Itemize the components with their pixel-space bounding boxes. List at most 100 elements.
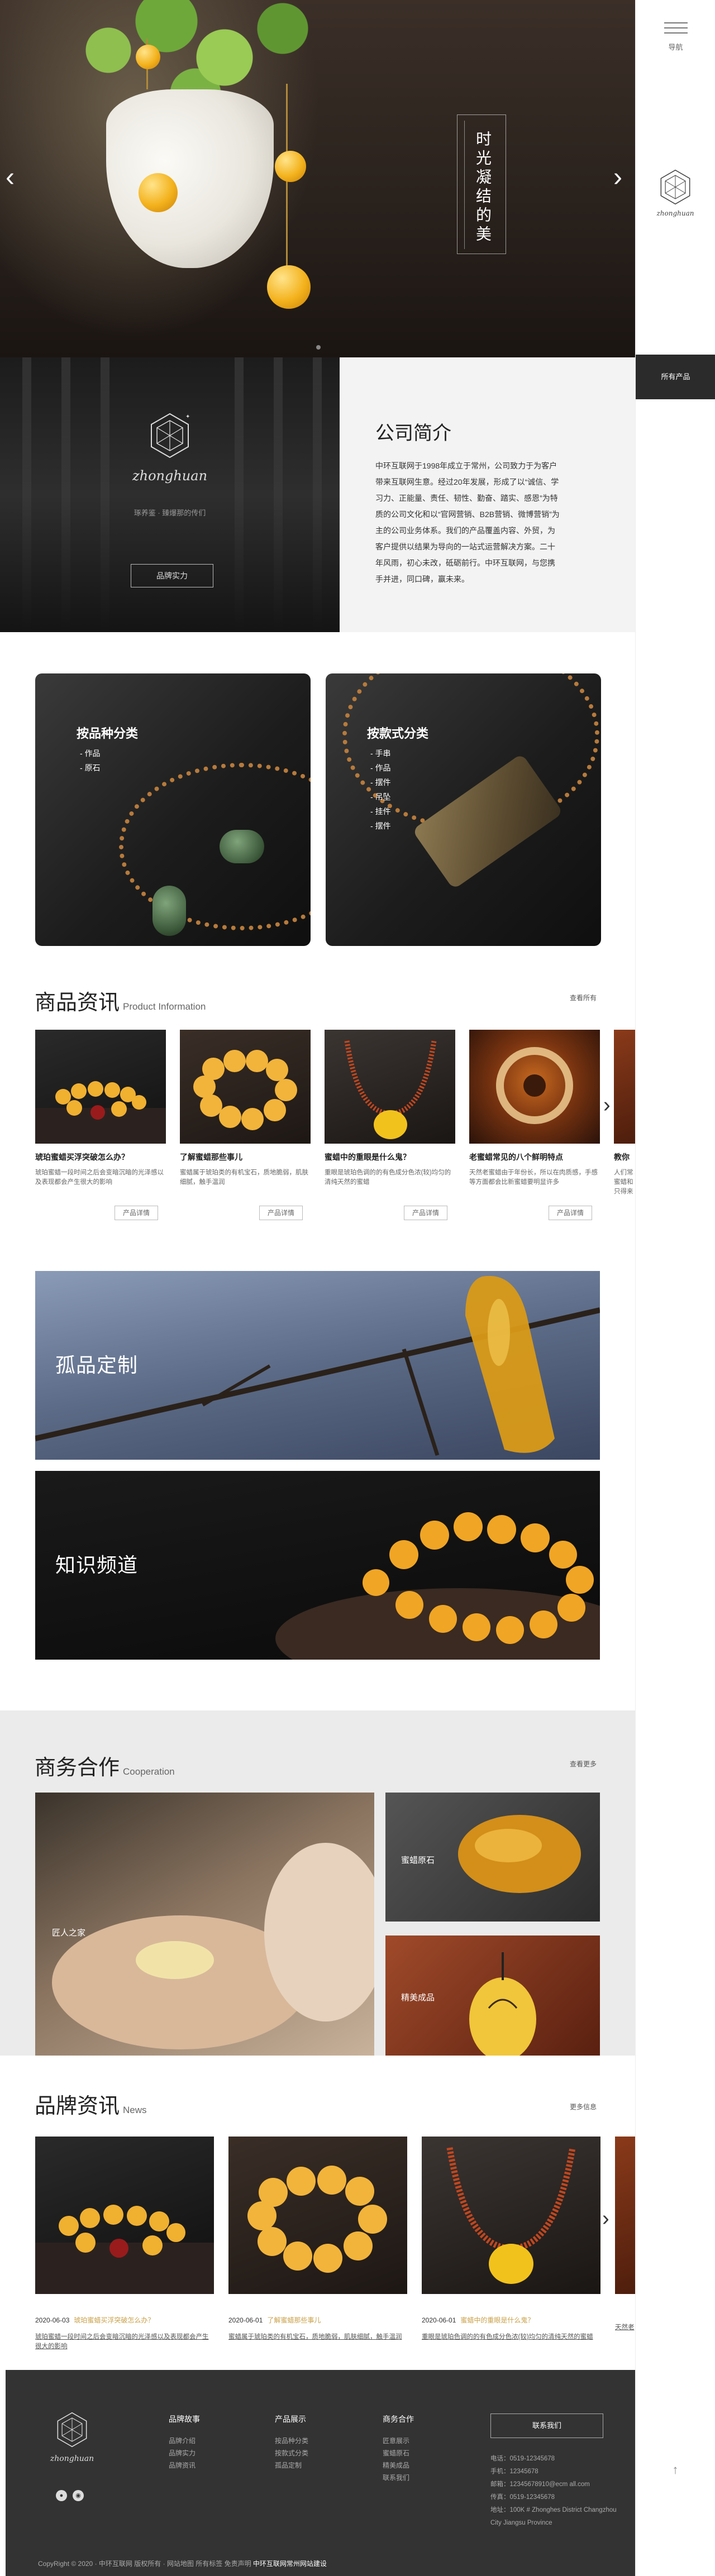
hero-prev-arrow[interactable]: ‹ [6, 162, 15, 193]
company-intro-text: 中环互联网于1998年成立于常州，公司致力于为客户带来互联网生意。经过20年发展… [375, 461, 560, 584]
news-title-link[interactable]: 了解蜜蜡那些事儿 [267, 2316, 321, 2324]
footer-mobile: 手机：12345678 [490, 2468, 538, 2475]
slider-dot[interactable] [316, 345, 321, 350]
product-desc: 蜜蜡属于琥珀类的有机宝石，质地脆弱，肌肤细腻，触手温润 [180, 1169, 308, 1186]
footer-link[interactable]: 联系我们 [383, 2472, 414, 2484]
product-image [325, 1030, 455, 1144]
news-date: 2020-06-01 [228, 2316, 263, 2324]
back-to-top-icon[interactable]: ↑ [666, 2463, 685, 2482]
coop-tile-artisan[interactable]: 匠人之家 [35, 1793, 374, 2056]
hero-amber-bead [136, 45, 160, 69]
sidebar-logo[interactable]: zhonghuan [652, 168, 698, 217]
footer-link[interactable]: 按款式分类 [275, 2447, 308, 2459]
weibo-icon[interactable]: ◉ [73, 2490, 84, 2501]
contact-us-button[interactable]: 联系我们 [490, 2413, 603, 2438]
product-title[interactable]: 了解蜜蜡那些事儿 [180, 1151, 311, 1163]
category-list: - 作品 - 原石 [80, 746, 101, 775]
products-next-arrow[interactable]: › [603, 1093, 611, 1117]
news-card[interactable]: 2020-06-03 琥珀蜜蜡买浮突破怎么办？ 琥珀蜜蜡一段时间之后会变暗沉暗的光… [35, 2137, 214, 2352]
sidebar-brand-name: zhonghuan [656, 209, 694, 217]
brand-strength-button[interactable]: 品牌实力 [131, 564, 213, 587]
news-desc[interactable]: 天然老 [615, 2323, 635, 2342]
products-more-link[interactable]: 查看所有 [570, 993, 597, 1002]
copyright: CopyRight © 2020 · 中环互联网 版权所有 · 网站地图 所有标… [38, 2559, 327, 2568]
news-desc[interactable]: 琥珀蜜蜡一段时间之后会变暗沉暗的光泽感以及表现都会产生很大的影响 [35, 2333, 214, 2352]
news-desc[interactable]: 重眼是琥珀色调的的有色成分色浓(较)均匀的清纯天然的蜜蜡 [422, 2333, 600, 2352]
hero-amber-bead [139, 173, 178, 212]
category-title: 按款式分类 [367, 727, 429, 740]
bead-strand [119, 763, 311, 930]
category-item[interactable]: - 吊坠 [370, 790, 391, 804]
cooperation-more-link[interactable]: 查看更多 [570, 1759, 597, 1769]
product-desc: 天然老蜜蜡由于年份长，所以在肉质感，手感等方面都会比新蜜蜡要明显许多 [469, 1169, 598, 1186]
product-title[interactable]: 老蜜蜡常见的八个鲜明特点 [469, 1151, 600, 1163]
news-meta: 2020-06-01 了解蜜蜡那些事儿 [228, 2315, 407, 2325]
footer-col-brand: 品牌故事 品牌介绍 品牌实力 品牌资讯 [169, 2413, 200, 2472]
news-more-link[interactable]: 更多信息 [570, 2102, 597, 2111]
coop-tile-raw-amber[interactable]: 蜜蜡原石 [385, 1793, 600, 1922]
footer-link[interactable]: 按品种分类 [275, 2435, 308, 2447]
news-title-link[interactable]: 琥珀蜜蜡买浮突破怎么办？ [74, 2316, 154, 2324]
category-item[interactable]: - 手串 [370, 746, 391, 761]
product-title[interactable]: 蜜蜡中的重眼是什么鬼？ [325, 1151, 455, 1163]
product-detail-button[interactable]: 产品详情 [549, 1206, 592, 1220]
copyright-link[interactable]: 中环互联网常州网站建设 [253, 2560, 327, 2568]
category-item[interactable]: - 挂件 [370, 804, 391, 819]
footer-brand-name: zhonghuan [50, 2454, 94, 2463]
coop-tile-finished[interactable]: 精美成品 [385, 1935, 600, 2056]
product-detail-button[interactable]: 产品详情 [259, 1206, 303, 1220]
footer-link[interactable]: 精美成品 [383, 2459, 414, 2472]
category-item[interactable]: - 作品 [370, 761, 391, 775]
product-card[interactable]: 蜜蜡中的重眼是什么鬼？ 重眼是琥珀色调的的有色成分色浓(较)均匀的清纯天然的蜜蜡… [325, 1030, 455, 1220]
category-item[interactable]: - 摆件 [370, 775, 391, 790]
product-card[interactable]: 教你 人们常蜜蜡和只得来 [614, 1030, 635, 1197]
footer-col-title: 商务合作 [383, 2415, 414, 2424]
jade-pendant [220, 830, 264, 863]
footer-link[interactable]: 品牌实力 [169, 2447, 200, 2459]
footer-link[interactable]: 匠意展示 [383, 2435, 414, 2447]
product-card[interactable]: 琥珀蜜蜡买浮突破怎么办？ 琥珀蜜蜡一段时间之后会变暗沉暗的光泽感以及表现都会产生… [35, 1030, 166, 1220]
intro-brand-name: zhonghuan [132, 468, 208, 484]
news-card[interactable]: 2020-06-01 蜜蜡中的重眼是什么鬼？ 重眼是琥珀色调的的有色成分色浓(较)… [422, 2137, 600, 2352]
category-item[interactable]: - 原石 [80, 761, 101, 775]
product-detail-button[interactable]: 产品详情 [404, 1206, 447, 1220]
category-list: - 手串 - 作品 - 摆件 - 吊坠 - 挂件 - 摆件 [370, 746, 391, 833]
hero-next-arrow[interactable]: › [613, 162, 622, 193]
product-title[interactable]: 琥珀蜜蜡买浮突破怎么办？ [35, 1151, 166, 1163]
wechat-icon[interactable]: ● [56, 2490, 67, 2501]
product-card[interactable]: 了解蜜蜡那些事儿 蜜蜡属于琥珀类的有机宝石，质地脆弱，肌肤细腻，触手温润 产品详… [180, 1030, 311, 1220]
all-products-button[interactable]: 所有产品 [636, 355, 715, 399]
hero-banner: ‹ › 时光凝结的美 [0, 0, 635, 357]
knowledge-banner[interactable]: 知识频道 [35, 1471, 600, 1660]
right-sidebar: 导航 zhonghuan 所有产品 ↑ [635, 0, 715, 2576]
footer-link[interactable]: 品牌资讯 [169, 2459, 200, 2472]
category-card-variety[interactable]: 按品种分类 - 作品 - 原石 [35, 673, 311, 946]
footer-link[interactable]: 品牌介绍 [169, 2435, 200, 2447]
footer-link[interactable]: 蜜蜡原石 [383, 2447, 414, 2459]
footer-col-products: 产品展示 按品种分类 按款式分类 孤品定制 [275, 2413, 308, 2472]
category-item[interactable]: - 作品 [80, 746, 101, 761]
category-item[interactable]: - 摆件 [370, 819, 391, 833]
company-intro: 公司简介 中环互联网于1998年成立于常州，公司致力于为客户带来互联网生意。经过… [340, 357, 635, 632]
poem-rule [464, 121, 465, 249]
news-card[interactable]: 天然老 [615, 2137, 635, 2342]
custom-banner[interactable]: 孤品定制 [35, 1271, 600, 1460]
news-title-link[interactable]: 蜜蜡中的重眼是什么鬼？ [460, 2316, 534, 2324]
coop-tile-label: 精美成品 [401, 1993, 435, 2003]
product-detail-button[interactable]: 产品详情 [115, 1206, 158, 1220]
category-card-style[interactable]: 按款式分类 - 手串 - 作品 - 摆件 - 吊坠 - 挂件 - 摆件 [326, 673, 601, 946]
footer-link[interactable]: 孤品定制 [275, 2459, 308, 2472]
product-card[interactable]: 老蜜蜡常见的八个鲜明特点 天然老蜜蜡由于年份长，所以在肉质感，手感等方面都会比新… [469, 1030, 600, 1220]
news-card[interactable]: 2020-06-01 了解蜜蜡那些事儿 蜜蜡属于琥珀类的有机宝石，质地脆弱，肌肤细… [228, 2137, 407, 2352]
gem-logo-icon [660, 169, 690, 205]
nav-menu-button[interactable]: 导航 [636, 0, 715, 61]
footer-col-title: 品牌故事 [169, 2415, 200, 2424]
news-next-arrow[interactable]: › [602, 2207, 609, 2231]
news-desc[interactable]: 蜜蜡属于琥珀类的有机宝石，质地脆弱，肌肤细腻，触手温润 [228, 2333, 407, 2352]
footer-col-business: 商务合作 匠意展示 蜜蜡原石 精美成品 联系我们 [383, 2413, 414, 2484]
knowledge-banner-title: 知识频道 [55, 1554, 139, 1576]
intro-brand-panel: ✦ zhonghuan 琢养鉴 · 臻爆那的传们 品牌实力 [0, 357, 340, 632]
footer-logo: zhonghuan [47, 2410, 97, 2463]
intro-logo: ✦ zhonghuan [131, 410, 209, 484]
product-title[interactable]: 教你 [614, 1151, 635, 1163]
